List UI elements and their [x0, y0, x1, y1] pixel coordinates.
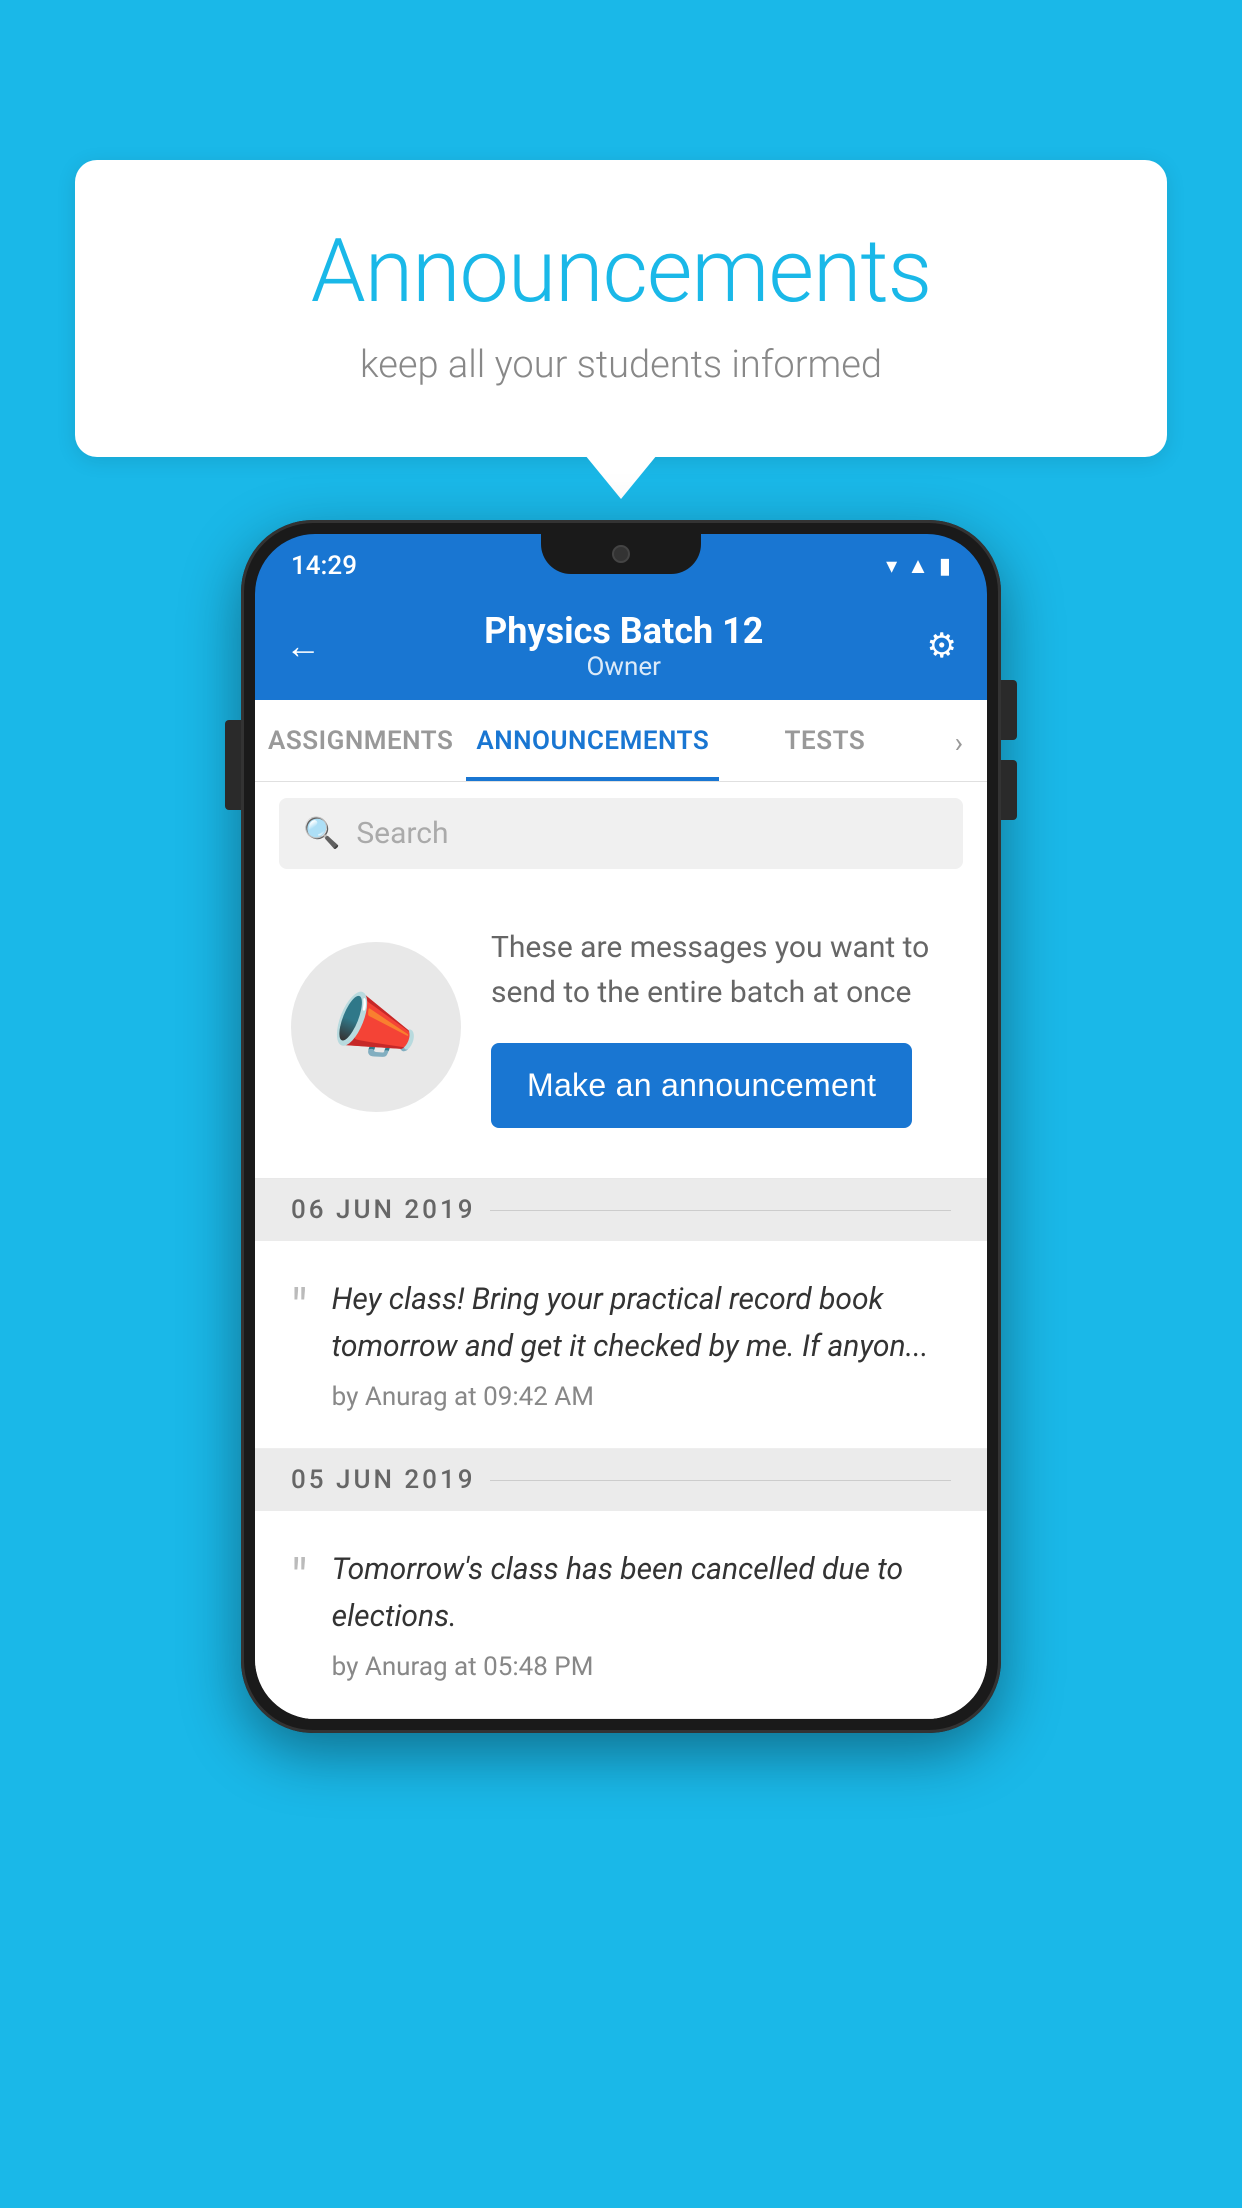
bubble-subtitle: keep all your students informed [155, 343, 1087, 387]
make-announcement-button[interactable]: Make an announcement [491, 1043, 912, 1128]
volume-up-button[interactable] [1001, 680, 1017, 740]
date-separator-2: 05 JUN 2019 [255, 1449, 987, 1511]
announcement-text-2: Tomorrow's class has been cancelled due … [332, 1547, 951, 1640]
status-time: 14:29 [291, 551, 357, 581]
announcement-item-1[interactable]: " Hey class! Bring your practical record… [255, 1241, 987, 1449]
volume-down-button[interactable] [1001, 760, 1017, 820]
tabs-bar: ASSIGNMENTS ANNOUNCEMENTS TESTS › [255, 700, 987, 782]
tab-assignments[interactable]: ASSIGNMENTS [255, 700, 466, 781]
announcement-content-2: Tomorrow's class has been cancelled due … [332, 1547, 951, 1682]
phone-outer-shell: 14:29 ▾ ▲ ▮ ← Physics Batch 12 Owner ⚙ [241, 520, 1001, 1733]
search-bar[interactable]: 🔍 Search [279, 798, 963, 869]
search-container: 🔍 Search [255, 782, 987, 885]
front-camera [612, 545, 630, 563]
promo-description: These are messages you want to send to t… [491, 925, 951, 1015]
back-button[interactable]: ← [285, 625, 321, 667]
announcement-meta-1: by Anurag at 09:42 AM [332, 1382, 951, 1412]
megaphone-icon: 📣 [332, 986, 419, 1068]
app-bar: ← Physics Batch 12 Owner ⚙ [255, 590, 987, 700]
phone-device: 14:29 ▾ ▲ ▮ ← Physics Batch 12 Owner ⚙ [241, 520, 1001, 1733]
promo-icon-circle: 📣 [291, 942, 461, 1112]
phone-screen: 14:29 ▾ ▲ ▮ ← Physics Batch 12 Owner ⚙ [255, 534, 987, 1719]
app-bar-subtitle: Owner [484, 652, 763, 682]
speech-bubble-card: Announcements keep all your students inf… [75, 160, 1167, 457]
date-label-2: 05 JUN 2019 [291, 1465, 476, 1495]
power-button[interactable] [225, 720, 241, 810]
app-bar-center: Physics Batch 12 Owner [484, 610, 763, 682]
tab-announcements[interactable]: ANNOUNCEMENTS [466, 700, 719, 781]
announcement-item-2[interactable]: " Tomorrow's class has been cancelled du… [255, 1511, 987, 1719]
quote-icon-1: " [291, 1283, 308, 1412]
speech-bubble-section: Announcements keep all your students inf… [75, 160, 1167, 457]
date-line-2 [490, 1480, 952, 1481]
bubble-title: Announcements [155, 220, 1087, 323]
tab-tests[interactable]: TESTS [719, 700, 930, 781]
battery-icon: ▮ [939, 554, 951, 579]
announcement-text-1: Hey class! Bring your practical record b… [332, 1277, 951, 1370]
content-area: 🔍 Search 📣 These are messages you want t… [255, 782, 987, 1719]
search-placeholder: Search [356, 816, 448, 851]
settings-button[interactable]: ⚙ [927, 626, 957, 666]
wifi-icon: ▾ [886, 554, 897, 579]
tab-more-button[interactable]: › [931, 700, 987, 781]
date-label-1: 06 JUN 2019 [291, 1195, 476, 1225]
status-icons: ▾ ▲ ▮ [886, 553, 951, 579]
quote-icon-2: " [291, 1553, 308, 1682]
date-separator-1: 06 JUN 2019 [255, 1179, 987, 1241]
signal-icon: ▲ [907, 553, 929, 579]
date-line-1 [490, 1210, 952, 1211]
app-bar-title: Physics Batch 12 [484, 610, 763, 652]
search-icon: 🔍 [303, 816, 340, 851]
announcement-content-1: Hey class! Bring your practical record b… [332, 1277, 951, 1412]
phone-notch [541, 534, 701, 574]
announcement-meta-2: by Anurag at 05:48 PM [332, 1652, 951, 1682]
promo-right: These are messages you want to send to t… [491, 925, 951, 1128]
promo-card: 📣 These are messages you want to send to… [255, 885, 987, 1179]
